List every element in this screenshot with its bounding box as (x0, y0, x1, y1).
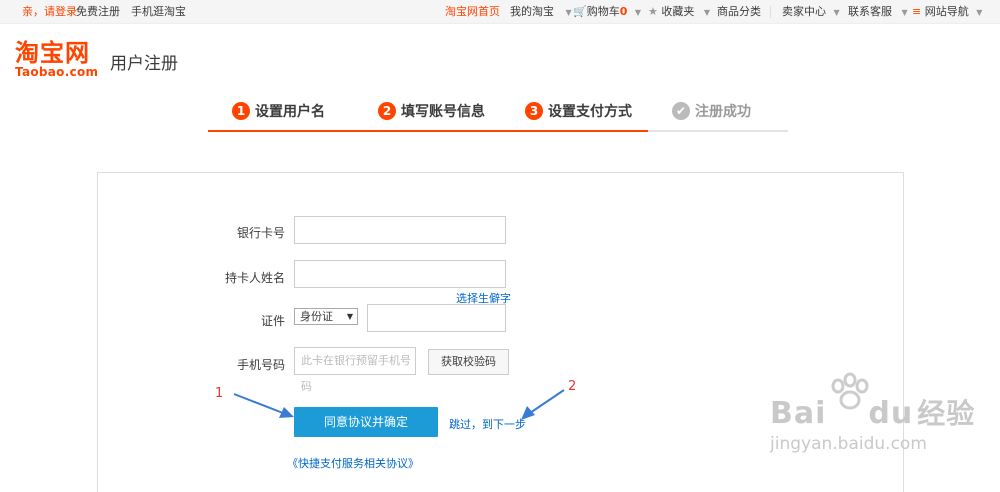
watermark-cn: 经验 (917, 397, 976, 430)
arrow-2-icon (521, 389, 565, 420)
watermark-brand2: du (868, 396, 914, 431)
watermark-brand: Bai (770, 396, 827, 431)
arrow-1-icon (233, 393, 294, 418)
watermark-url: jingyan.baidu.com (770, 434, 927, 454)
